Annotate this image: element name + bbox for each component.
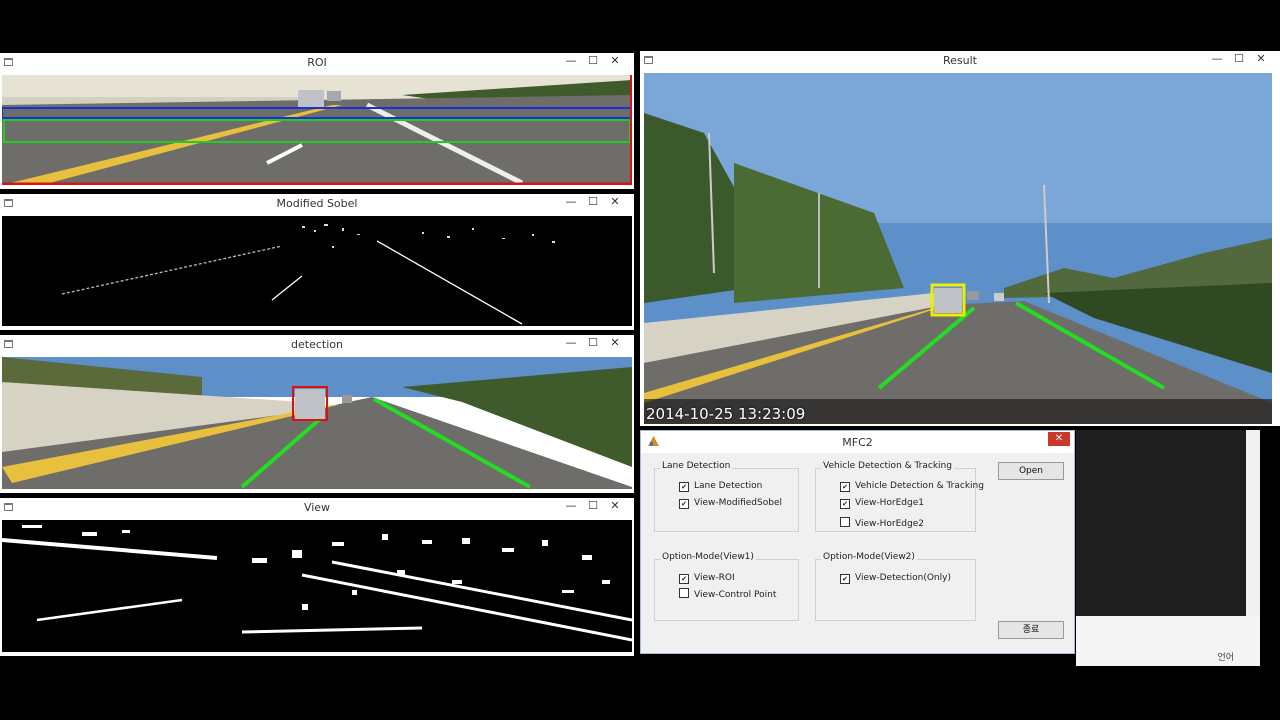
- sobel-image: [2, 216, 632, 326]
- close-icon[interactable]: ✕: [1250, 52, 1272, 65]
- check-icon: ✔: [840, 574, 850, 584]
- group-label: Option-Mode(View1): [660, 552, 756, 562]
- checkbox-vehicle-detection-tracking[interactable]: ✔ Vehicle Detection & Tracking: [840, 481, 984, 492]
- result-image: 2014-10-25 13:23:09: [644, 73, 1272, 424]
- close-icon[interactable]: ✕: [604, 336, 626, 349]
- maximize-icon[interactable]: ☐: [582, 54, 604, 67]
- check-icon: ✔: [679, 574, 689, 584]
- minimize-icon[interactable]: —: [1206, 52, 1228, 65]
- roi-window: ROI — ☐ ✕: [0, 53, 634, 189]
- video-timestamp: 2014-10-25 13:23:09: [646, 405, 806, 423]
- checkbox-view-detection-only[interactable]: ✔ View-Detection(Only): [840, 573, 951, 584]
- view-titlebar[interactable]: View — ☐ ✕: [0, 498, 634, 518]
- sobel-titlebar[interactable]: Modified Sobel — ☐ ✕: [0, 194, 634, 214]
- sobel-window: Modified Sobel — ☐ ✕: [0, 194, 634, 330]
- checkbox-view-modifiedsobel[interactable]: ✔ View-ModifiedSobel: [679, 498, 782, 509]
- maximize-icon[interactable]: ☐: [1228, 52, 1250, 65]
- result-titlebar[interactable]: Result — ☐ ✕: [640, 51, 1280, 71]
- group-label: Lane Detection: [660, 461, 733, 471]
- check-icon: ✔: [679, 499, 689, 509]
- view-image: [2, 520, 632, 652]
- checkbox-view-roi[interactable]: ✔ View-ROI: [679, 573, 735, 584]
- detection-image: [2, 357, 632, 489]
- result-title: Result: [943, 54, 977, 67]
- maximize-icon[interactable]: ☐: [582, 499, 604, 512]
- view-title: View: [303, 501, 331, 514]
- checkbox-view-control-point[interactable]: View-Control Point: [679, 588, 776, 600]
- check-icon: ✔: [840, 482, 850, 492]
- close-icon[interactable]: ✕: [604, 195, 626, 208]
- close-icon[interactable]: ✕: [604, 54, 626, 67]
- check-icon: ✔: [840, 499, 850, 509]
- maximize-icon[interactable]: ☐: [582, 195, 604, 208]
- result-window: Result — ☐ ✕ 2014-10-25 13:23:09: [640, 51, 1280, 426]
- minimize-icon[interactable]: —: [560, 499, 582, 512]
- exit-button[interactable]: 종료: [998, 621, 1064, 639]
- group-option-mode-view2: Option-Mode(View2): [815, 552, 976, 621]
- dialog-close-button[interactable]: ✕: [1048, 432, 1070, 446]
- console-scrollbar[interactable]: [1246, 430, 1260, 616]
- roi-titlebar[interactable]: ROI — ☐ ✕: [0, 53, 634, 73]
- checkbox-empty-icon: [840, 517, 850, 527]
- sobel-title: Modified Sobel: [276, 197, 358, 210]
- view-window: View — ☐ ✕: [0, 498, 634, 656]
- dialog-titlebar[interactable]: MFC2 ✕: [641, 431, 1074, 453]
- checkbox-view-horedge2[interactable]: View-HorEdge2: [840, 517, 924, 529]
- maximize-icon[interactable]: ☐: [582, 336, 604, 349]
- console-pane: [1076, 430, 1246, 616]
- checkbox-empty-icon: [679, 588, 689, 598]
- console-footer-text: 언어: [1217, 653, 1234, 663]
- close-icon[interactable]: ✕: [604, 499, 626, 512]
- group-label: Option-Mode(View2): [821, 552, 917, 562]
- open-button[interactable]: Open: [998, 462, 1064, 480]
- roi-image: [2, 75, 632, 185]
- minimize-icon[interactable]: —: [560, 336, 582, 349]
- detection-titlebar[interactable]: detection — ☐ ✕: [0, 335, 634, 355]
- group-label: Vehicle Detection & Tracking: [821, 461, 954, 471]
- minimize-icon[interactable]: —: [560, 54, 582, 67]
- roi-title: ROI: [307, 56, 327, 69]
- mfc2-dialog: MFC2 ✕ Lane Detection ✔ Lane Detection ✔ V…: [640, 430, 1075, 654]
- minimize-icon[interactable]: —: [560, 195, 582, 208]
- detection-title: detection: [291, 338, 343, 351]
- detection-window: detection — ☐ ✕: [0, 335, 634, 493]
- dialog-title: MFC2: [842, 436, 873, 449]
- console-footer: 언어: [1076, 616, 1260, 666]
- checkbox-lane-detection[interactable]: ✔ Lane Detection: [679, 481, 762, 492]
- check-icon: ✔: [679, 482, 689, 492]
- checkbox-view-horedge1[interactable]: ✔ View-HorEdge1: [840, 498, 924, 509]
